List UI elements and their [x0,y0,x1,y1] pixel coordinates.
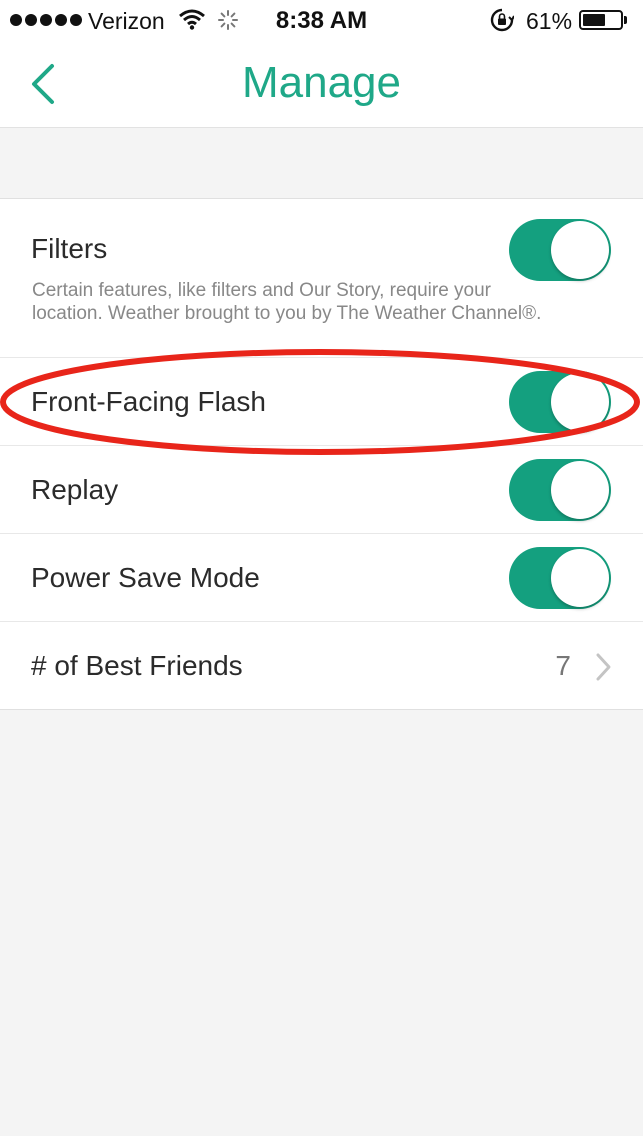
battery-icon [579,10,623,30]
power-save-mode-toggle[interactable] [509,547,611,609]
chevron-right-icon [596,653,611,681]
settings-row-front-facing-flash: Front-Facing Flash [0,358,643,446]
front-facing-flash-label: Front-Facing Flash [31,386,266,417]
replay-toggle[interactable] [509,459,611,521]
settings-row-filters: Filters Certain features, like filters a… [0,199,643,358]
best-friends-count: 7 [555,650,571,681]
rotation-lock-icon [490,8,514,32]
best-friends-label: # of Best Friends [31,650,243,681]
settings-row-best-friends[interactable]: # of Best Friends 7 [0,622,643,710]
status-bar: Verizon 8:38 AM 61% [0,0,643,40]
replay-label: Replay [31,474,119,505]
settings-row-replay: Replay [0,446,643,534]
page-title: Manage [241,58,401,107]
settings-row-power-save-mode: Power Save Mode [0,534,643,622]
filters-toggle[interactable] [509,219,611,281]
filters-description: Certain features, like filters and Our S… [32,280,542,324]
power-save-mode-label: Power Save Mode [31,562,260,593]
settings-list: Filters Certain features, like filters a… [0,198,643,710]
filters-label: Filters [31,233,108,264]
battery-percent: 61% [526,8,573,34]
toggle-knob [551,373,609,431]
battery-tip [624,16,627,24]
toggle-knob [551,221,609,279]
top-bar: Verizon 8:38 AM 61% Manage [0,0,643,128]
toggle-knob [551,461,609,519]
front-facing-flash-toggle[interactable] [509,371,611,433]
toggle-knob [551,549,609,607]
manage-screen: Verizon 8:38 AM 61% Manage Filters Certa… [0,0,643,1136]
